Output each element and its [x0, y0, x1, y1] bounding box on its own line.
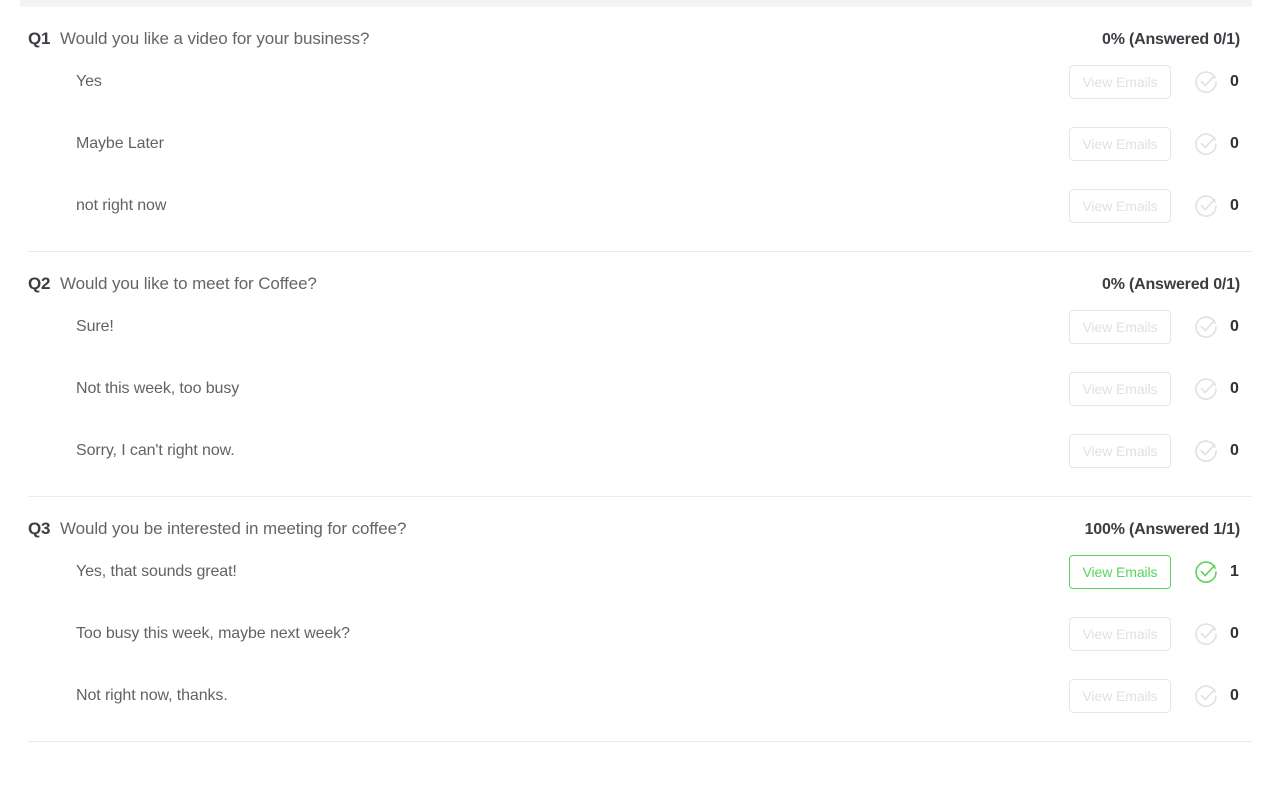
view-emails-button: View Emails	[1069, 310, 1171, 344]
view-emails-button: View Emails	[1069, 679, 1171, 713]
check-circle-icon	[1193, 131, 1219, 157]
answer-option-label: Yes, that sounds great!	[76, 563, 237, 580]
view-emails-button: View Emails	[1069, 372, 1171, 406]
answer-actions: View Emails 1	[1069, 555, 1252, 589]
question-block: Q1 Would you like a video for your busin…	[0, 7, 1280, 237]
answer-row: Sure! View Emails 0	[28, 296, 1252, 358]
survey-question-list: Q1 Would you like a video for your busin…	[0, 7, 1280, 742]
question-number: Q3	[28, 519, 51, 538]
answer-response-count: 0	[1230, 687, 1239, 704]
answer-actions: View Emails 0	[1069, 434, 1252, 468]
answer-option-label: Not right now, thanks.	[76, 687, 228, 704]
question-answer-stat: 0% (Answered 0/1)	[1102, 31, 1240, 48]
question-header: Q2 Would you like to meet for Coffee? 0%…	[28, 252, 1252, 296]
answer-actions: View Emails 0	[1069, 65, 1252, 99]
answer-row: Yes View Emails 0	[28, 51, 1252, 113]
check-circle-icon	[1193, 314, 1219, 340]
answer-actions: View Emails 0	[1069, 189, 1252, 223]
answer-option-label: Too busy this week, maybe next week?	[76, 625, 350, 642]
answer-response-count: 0	[1230, 197, 1239, 214]
question-header: Q3 Would you be interested in meeting fo…	[28, 497, 1252, 541]
answer-actions: View Emails 0	[1069, 127, 1252, 161]
answer-row: Sorry, I can't right now. View Emails 0	[28, 420, 1252, 482]
answer-actions: View Emails 0	[1069, 372, 1252, 406]
answer-option-label: not right now	[76, 197, 167, 214]
question-number: Q2	[28, 274, 51, 293]
top-divider-band	[20, 0, 1252, 7]
answer-response-count: 0	[1230, 73, 1239, 90]
answer-row: Not right now, thanks. View Emails 0	[28, 665, 1252, 727]
question-text: Would you like to meet for Coffee?	[60, 274, 317, 293]
view-emails-button: View Emails	[1069, 65, 1171, 99]
question-answer-stat: 100% (Answered 1/1)	[1084, 521, 1241, 538]
question-block: Q2 Would you like to meet for Coffee? 0%…	[0, 252, 1280, 482]
question-text: Would you like a video for your business…	[60, 29, 370, 48]
view-emails-button[interactable]: View Emails	[1069, 555, 1171, 589]
answer-row: Too busy this week, maybe next week? Vie…	[28, 603, 1252, 665]
answer-option-label: Sorry, I can't right now.	[76, 442, 235, 459]
answer-option-label: Not this week, too busy	[76, 380, 240, 397]
answer-response-count: 0	[1230, 318, 1239, 335]
question-number: Q1	[28, 29, 51, 48]
check-circle-icon	[1193, 193, 1219, 219]
question-block: Q3 Would you be interested in meeting fo…	[0, 497, 1280, 727]
answer-option-label: Sure!	[76, 318, 114, 335]
check-circle-icon	[1193, 69, 1219, 95]
view-emails-button: View Emails	[1069, 617, 1171, 651]
question-answer-stat: 0% (Answered 0/1)	[1102, 276, 1240, 293]
check-circle-icon	[1193, 621, 1219, 647]
view-emails-button: View Emails	[1069, 189, 1171, 223]
answer-actions: View Emails 0	[1069, 617, 1252, 651]
answer-actions: View Emails 0	[1069, 679, 1252, 713]
answer-row: Maybe Later View Emails 0	[28, 113, 1252, 175]
answer-response-count: 0	[1230, 380, 1239, 397]
view-emails-button: View Emails	[1069, 127, 1171, 161]
answer-response-count: 1	[1230, 563, 1239, 580]
answer-row: not right now View Emails 0	[28, 175, 1252, 237]
answer-response-count: 0	[1230, 135, 1239, 152]
survey-results-page: Q1 Would you like a video for your busin…	[0, 0, 1280, 800]
question-header: Q1 Would you like a video for your busin…	[28, 7, 1252, 51]
answer-actions: View Emails 0	[1069, 310, 1252, 344]
answer-option-label: Maybe Later	[76, 135, 164, 152]
check-circle-icon	[1193, 559, 1219, 585]
answer-option-label: Yes	[76, 73, 102, 90]
answer-row: Yes, that sounds great! View Emails 1	[28, 541, 1252, 603]
check-circle-icon	[1193, 438, 1219, 464]
question-text: Would you be interested in meeting for c…	[60, 519, 407, 538]
check-circle-icon	[1193, 376, 1219, 402]
answer-row: Not this week, too busy View Emails 0	[28, 358, 1252, 420]
answer-response-count: 0	[1230, 442, 1239, 459]
check-circle-icon	[1193, 683, 1219, 709]
view-emails-button: View Emails	[1069, 434, 1171, 468]
question-divider	[28, 741, 1252, 742]
answer-response-count: 0	[1230, 625, 1239, 642]
